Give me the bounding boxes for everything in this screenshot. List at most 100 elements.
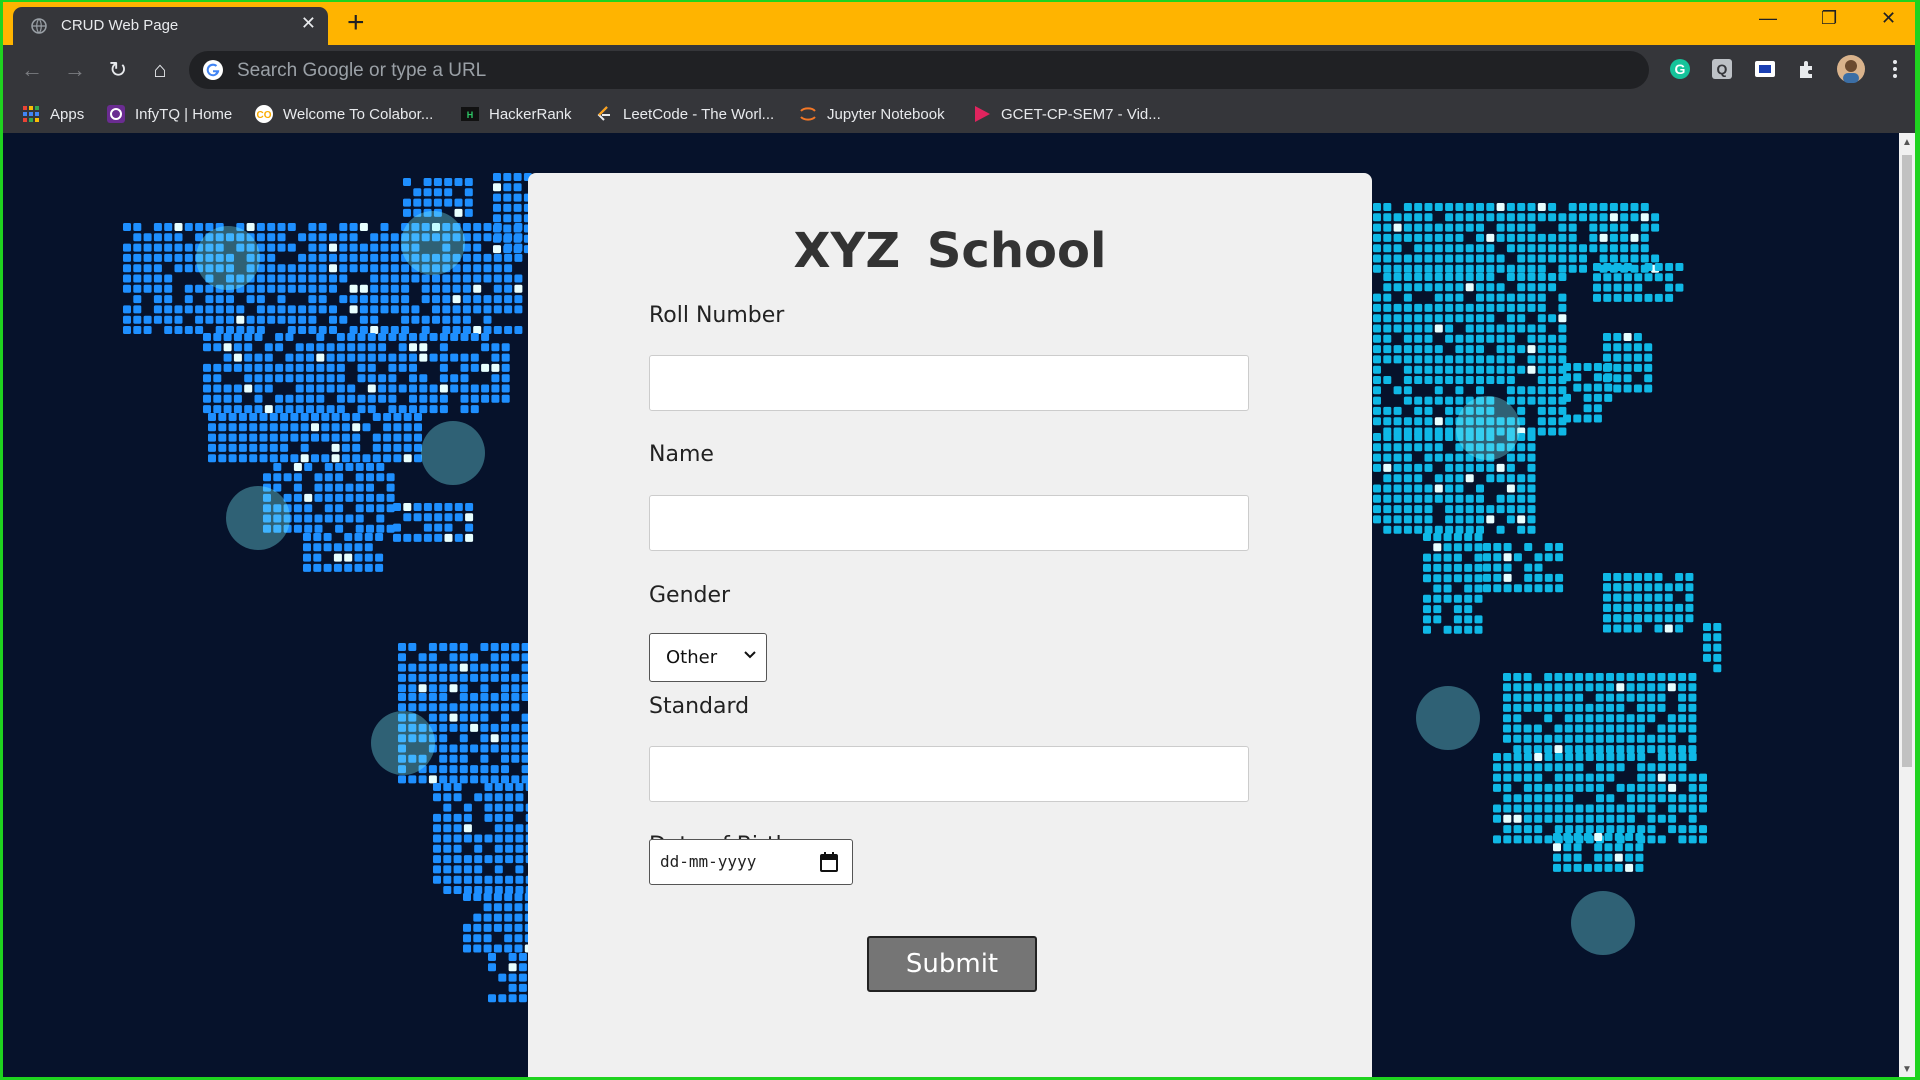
map-dot — [1633, 603, 1642, 612]
map-dot — [1517, 203, 1526, 211]
map-dot — [1527, 203, 1536, 211]
reload-button[interactable]: ↻ — [104, 57, 132, 85]
map-dot — [321, 413, 330, 421]
profile-avatar[interactable] — [1837, 55, 1865, 83]
map-dot — [269, 423, 278, 432]
scroll-up-arrow-icon[interactable]: ▲ — [1902, 137, 1912, 148]
bookmark-apps[interactable]: Apps — [21, 103, 84, 125]
gender-select[interactable]: Other — [649, 633, 767, 682]
restore-button[interactable]: ❐ — [1821, 8, 1837, 29]
new-tab-button[interactable]: + — [347, 6, 365, 40]
close-window-button[interactable]: ✕ — [1881, 8, 1896, 29]
map-dot — [1667, 745, 1676, 754]
map-dot — [1455, 203, 1464, 211]
scroll-down-arrow-icon[interactable]: ▼ — [1902, 1064, 1912, 1075]
map-dot — [184, 223, 193, 231]
map-dot — [488, 963, 496, 972]
page-scrollbar[interactable]: ▲ ▼ — [1899, 133, 1915, 1077]
grammarly-icon[interactable]: G — [1668, 57, 1692, 81]
map-dot — [433, 844, 441, 853]
map-dot — [508, 953, 517, 961]
map-dot — [275, 405, 284, 414]
map-dot — [1565, 763, 1574, 772]
standard-input[interactable] — [649, 746, 1249, 802]
map-dot — [285, 353, 294, 362]
map-glow-spot — [421, 421, 485, 485]
map-dot — [1633, 353, 1642, 362]
map-dot — [1644, 583, 1653, 592]
map-dot — [303, 563, 311, 572]
extensions-puzzle-icon[interactable] — [1795, 57, 1819, 81]
map-dot — [133, 233, 142, 242]
map-dot — [203, 384, 211, 393]
map-dot — [1373, 396, 1381, 405]
map-dot — [413, 513, 422, 522]
submit-button[interactable]: Submit — [867, 936, 1037, 992]
map-dot — [1625, 843, 1634, 852]
map-dot — [501, 374, 510, 383]
map-dot — [375, 563, 384, 572]
bookmark-infytq[interactable]: InfyTQ | Home — [106, 103, 232, 125]
map-dot — [249, 413, 258, 421]
map-dot — [491, 363, 500, 372]
map-dot — [1555, 573, 1564, 582]
map-dot — [1548, 334, 1557, 343]
map-dot — [1414, 213, 1423, 222]
map-dot — [1476, 223, 1484, 232]
map-dot — [1403, 303, 1412, 312]
dob-date-input[interactable]: dd-mm-yyyy — [649, 839, 853, 885]
map-dot — [1393, 283, 1402, 292]
bookmark-colab[interactable]: CO Welcome To Colabor... — [254, 103, 433, 125]
map-dot — [515, 886, 524, 894]
map-dot — [354, 553, 363, 562]
bookmark-hackerrank[interactable]: H HackerRank — [460, 103, 572, 125]
map-dot — [329, 284, 337, 293]
map-dot — [254, 394, 263, 403]
map-dot — [133, 295, 142, 304]
close-tab-icon[interactable]: ✕ — [301, 13, 316, 34]
omnibox[interactable] — [189, 51, 1649, 89]
map-dot — [514, 295, 523, 304]
bookmark-leetcode[interactable]: LeetCode - The Worl... — [594, 103, 774, 125]
map-dot — [1616, 763, 1625, 772]
map-dot — [1465, 515, 1474, 524]
map-dot — [1537, 293, 1546, 302]
name-input[interactable] — [649, 495, 1249, 551]
back-button[interactable]: ← — [18, 57, 46, 85]
map-dot — [1506, 213, 1515, 222]
forward-button[interactable]: → — [61, 57, 89, 85]
map-dot — [390, 243, 399, 252]
map-dot — [513, 214, 522, 223]
map-dot — [1668, 804, 1677, 813]
map-dot — [1644, 573, 1653, 581]
map-dot — [1527, 386, 1536, 395]
minimize-button[interactable]: — — [1759, 8, 1777, 29]
map-dot — [470, 333, 479, 341]
screen-capture-icon[interactable] — [1753, 57, 1777, 81]
map-dot — [208, 433, 216, 442]
map-dot — [295, 384, 304, 393]
map-dot — [1424, 334, 1433, 343]
map-dot — [453, 886, 462, 894]
bookmark-jupyter[interactable]: Jupyter Notebook — [798, 103, 945, 125]
tab-crud-web-page[interactable]: CRUD Web Page ✕ — [13, 7, 328, 45]
map-dot — [1465, 314, 1474, 323]
scrollbar-thumb[interactable] — [1902, 155, 1912, 767]
map-dot — [306, 374, 314, 383]
map-dot — [1383, 474, 1392, 483]
map-dot — [366, 504, 374, 513]
q-extension-icon[interactable]: Q — [1710, 57, 1734, 81]
home-button[interactable]: ⌂ — [146, 57, 174, 85]
map-dot — [123, 326, 131, 334]
map-dot — [1527, 515, 1536, 524]
roll-number-input[interactable] — [649, 355, 1249, 411]
map-dot — [1668, 753, 1677, 761]
map-dot — [1548, 396, 1557, 405]
map-dot — [439, 333, 448, 341]
map-dot — [143, 253, 152, 262]
bookmark-gcet[interactable]: GCET-CP-SEM7 - Vid... — [972, 103, 1161, 125]
more-menu-icon[interactable] — [1883, 57, 1907, 81]
map-dot — [505, 855, 514, 864]
address-input[interactable] — [235, 56, 1619, 86]
calendar-icon[interactable] — [820, 852, 838, 872]
